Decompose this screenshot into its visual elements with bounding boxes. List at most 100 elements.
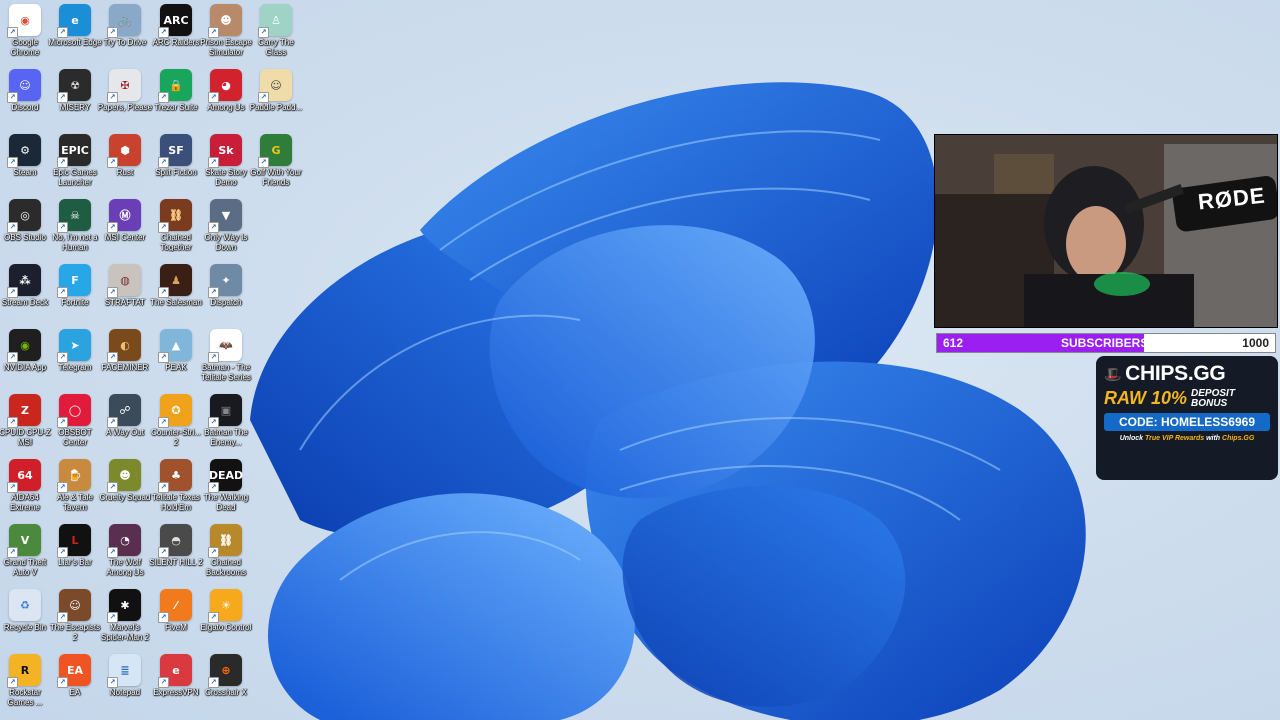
icon-glyph: ▼ xyxy=(221,208,231,222)
desktop-shortcut[interactable]: ☻ ↗ Prison Escape Simulator xyxy=(199,4,253,66)
carry-the-glass-icon: ♙ ↗ xyxy=(258,4,292,38)
gta-v-icon: V ↗ xyxy=(7,524,41,558)
desktop-shortcut[interactable]: ✪ ↗ Counter-Stri... 2 xyxy=(149,394,203,456)
desktop-shortcut-label: Split Fiction xyxy=(155,168,197,177)
desktop-shortcut[interactable]: ◉ ↗ NVIDIA App xyxy=(0,329,52,391)
desktop-shortcut[interactable]: 64 ↗ AIDA64 Extreme xyxy=(0,459,52,521)
desktop-shortcut-label: The Salesman xyxy=(150,298,202,307)
desktop-shortcut[interactable]: e ↗ ExpressVPN xyxy=(149,654,203,716)
subscriber-goal: 1000 xyxy=(1242,336,1269,350)
desktop-shortcut-label: Carry The Glass xyxy=(258,38,294,57)
desktop-shortcut[interactable]: ◉ ↗ Google Chrome xyxy=(0,4,52,66)
desktop-shortcut[interactable]: ☍ ↗ A Way Out xyxy=(98,394,152,456)
desktop-shortcut[interactable]: ⚙ ↗ Steam xyxy=(0,134,52,196)
icon-glyph: ◐ xyxy=(120,338,130,352)
desktop-shortcut[interactable]: ☺ ↗ Paddle Padd... xyxy=(249,69,303,131)
desktop-shortcut-label: ARC Raiders xyxy=(152,38,200,47)
desktop-shortcut[interactable]: ⁄ ↗ FiveM xyxy=(149,589,203,651)
desktop-shortcut[interactable]: ≣ ↗ Notepad xyxy=(98,654,152,716)
icon-glyph: ☠ xyxy=(70,208,80,222)
desktop-shortcut[interactable]: ☺ ↗ The Escapists 2 xyxy=(48,589,102,651)
desktop-shortcut[interactable]: ☠ ↗ No, I'm not a Human xyxy=(48,199,102,261)
desktop-shortcut[interactable]: ♣ ↗ Telltale Texas Hold'Em xyxy=(149,459,203,521)
icon-glyph: ☻ xyxy=(119,468,131,482)
desktop-shortcut-label: ExpressVPN xyxy=(153,688,199,697)
desktop-shortcut-label: MISERY xyxy=(59,103,91,112)
desktop-shortcut-label: Recycle Bin xyxy=(3,623,47,632)
sponsor-promo: RAW 10% DEPOSIT BONUS xyxy=(1104,388,1270,409)
desktop-shortcut[interactable]: EA ↗ EA xyxy=(48,654,102,716)
desktop-shortcut[interactable]: EPIC ↗ Epic Games Launcher xyxy=(48,134,102,196)
desktop-shortcut[interactable]: ⬢ ↗ Rust xyxy=(98,134,152,196)
desktop-shortcut[interactable]: 🚲 ↗ Try To Drive xyxy=(98,4,152,66)
desktop-shortcut[interactable]: G ↗ Golf With Your Friends xyxy=(249,134,303,196)
desktop-shortcut[interactable]: ♻ Recycle Bin xyxy=(0,589,52,651)
desktop-shortcut-label: The Wolf Among Us xyxy=(106,558,144,577)
desktop-shortcut[interactable]: ◯ ↗ OBSBOT Center xyxy=(48,394,102,456)
desktop-shortcut[interactable]: 🍺 ↗ Ale & Tale Tavern xyxy=(48,459,102,521)
shortcut-arrow-icon: ↗ xyxy=(258,27,269,38)
desktop-shortcut[interactable]: Sk ↗ Skate Story Demo xyxy=(199,134,253,196)
desktop-shortcut[interactable]: ☀ ↗ Elgato Control xyxy=(199,589,253,651)
icon-glyph: ⛓ xyxy=(219,533,233,547)
desktop-shortcut[interactable]: ☢ ↗ MISERY xyxy=(48,69,102,131)
icon-glyph: V xyxy=(20,533,30,547)
desktop-shortcut[interactable]: ◕ ↗ Among Us xyxy=(199,69,253,131)
desktop-shortcut[interactable]: Z ↗ CPUID CPU-Z MSI xyxy=(0,394,52,456)
desktop-shortcut[interactable]: ⛓ ↗ Chained Together xyxy=(149,199,203,261)
shortcut-arrow-icon: ↗ xyxy=(57,417,68,428)
shortcut-arrow-icon: ↗ xyxy=(158,677,169,688)
desktop-shortcut-label: Paddle Padd... xyxy=(249,103,303,112)
desktop-shortcut-label: Trezor Suite xyxy=(154,103,198,112)
desktop-shortcut[interactable]: ✦ ↗ Dispatch xyxy=(199,264,253,326)
icon-glyph: 🔒 xyxy=(169,78,183,92)
desktop-shortcut[interactable]: ▲ ↗ PEAK xyxy=(149,329,203,391)
desktop-shortcut[interactable]: ⁂ ↗ Stream Deck xyxy=(0,264,52,326)
subscriber-label: SUBSCRIBERS xyxy=(1061,336,1149,350)
desktop-shortcut[interactable]: L ↗ Liar's Bar xyxy=(48,524,102,586)
desktop-shortcut[interactable]: ♙ ↗ Carry The Glass xyxy=(249,4,303,66)
desktop-shortcut[interactable]: R ↗ Rockstar Games ... xyxy=(0,654,52,716)
desktop-shortcut[interactable]: ⛓ ↗ Chained Backrooms xyxy=(199,524,253,586)
icon-glyph: Z xyxy=(21,403,29,417)
desktop-shortcut[interactable]: ⊕ ↗ Crosshair X xyxy=(199,654,253,716)
desktop-shortcut-label: No, I'm not a Human xyxy=(52,233,98,252)
desktop-shortcut[interactable]: V ↗ Grand Theft Auto V xyxy=(0,524,52,586)
shortcut-arrow-icon: ↗ xyxy=(158,417,169,428)
desktop-shortcut[interactable]: e ↗ Microsoft Edge xyxy=(48,4,102,66)
desktop-shortcut[interactable]: ◎ ↗ OBS Studio xyxy=(0,199,52,261)
desktop-shortcut[interactable]: ♟ ↗ The Salesman xyxy=(149,264,203,326)
desktop-shortcut[interactable]: Ⓜ ↗ MSI Center xyxy=(98,199,152,261)
desktop-shortcut-label: Elgato Control xyxy=(200,623,252,632)
icon-glyph: ☻ xyxy=(220,13,232,27)
desktop-shortcut[interactable]: ▣ ↗ Batman The Enemy... xyxy=(199,394,253,456)
desktop-shortcut[interactable]: ✱ ↗ Marvel's Spider-Man 2 xyxy=(98,589,152,651)
desktop-shortcut[interactable]: ◐ ↗ FACEMINER xyxy=(98,329,152,391)
desktop-shortcut-label: The Escapists 2 xyxy=(49,623,101,642)
desktop-shortcut[interactable]: ☻ ↗ Cruelty Squad xyxy=(98,459,152,521)
desktop-shortcut-label: Google Chrome xyxy=(10,38,40,57)
desktop-shortcut-label: Golf With Your Friends xyxy=(250,168,302,187)
desktop-shortcut[interactable]: ARC ↗ ARC Raiders xyxy=(149,4,203,66)
a-way-out-icon: ☍ ↗ xyxy=(107,394,141,428)
expressvpn-icon: e ↗ xyxy=(158,654,192,688)
desktop-shortcut[interactable]: ☺ ↗ Discord xyxy=(0,69,52,131)
icon-glyph: EA xyxy=(66,663,84,677)
desktop-shortcut[interactable]: ➤ ↗ Telegram xyxy=(48,329,102,391)
walking-dead-icon: DEAD ↗ xyxy=(208,459,243,493)
sponsor-brand-text: CHIPS.GG xyxy=(1125,362,1226,385)
icon-glyph: ✱ xyxy=(120,598,130,612)
desktop-shortcut[interactable]: ◍ ↗ STRAFTAT xyxy=(98,264,152,326)
desktop-shortcut[interactable]: F ↗ Fortnite xyxy=(48,264,102,326)
icon-glyph: ⛓ xyxy=(169,208,183,222)
desktop-shortcut[interactable]: DEAD ↗ The Walking Dead xyxy=(199,459,253,521)
icon-glyph: ☀ xyxy=(221,598,231,612)
desktop-shortcut[interactable]: 🔒 ↗ Trezor Suite xyxy=(149,69,203,131)
desktop-shortcut-label: AIDA64 Extreme xyxy=(10,493,40,512)
desktop-shortcut[interactable]: ◔ ↗ The Wolf Among Us xyxy=(98,524,152,586)
desktop-shortcut[interactable]: ▼ ↗ Only Way Is Down xyxy=(199,199,253,261)
desktop-shortcut[interactable]: SF ↗ Split Fiction xyxy=(149,134,203,196)
desktop-shortcut[interactable]: ◓ ↗ SILENT HILL 2 xyxy=(149,524,203,586)
desktop-shortcut[interactable]: ✠ ↗ Papers, Please xyxy=(98,69,152,131)
desktop-shortcut[interactable]: 🦇 ↗ Batman - The Telltale Series xyxy=(199,329,253,391)
